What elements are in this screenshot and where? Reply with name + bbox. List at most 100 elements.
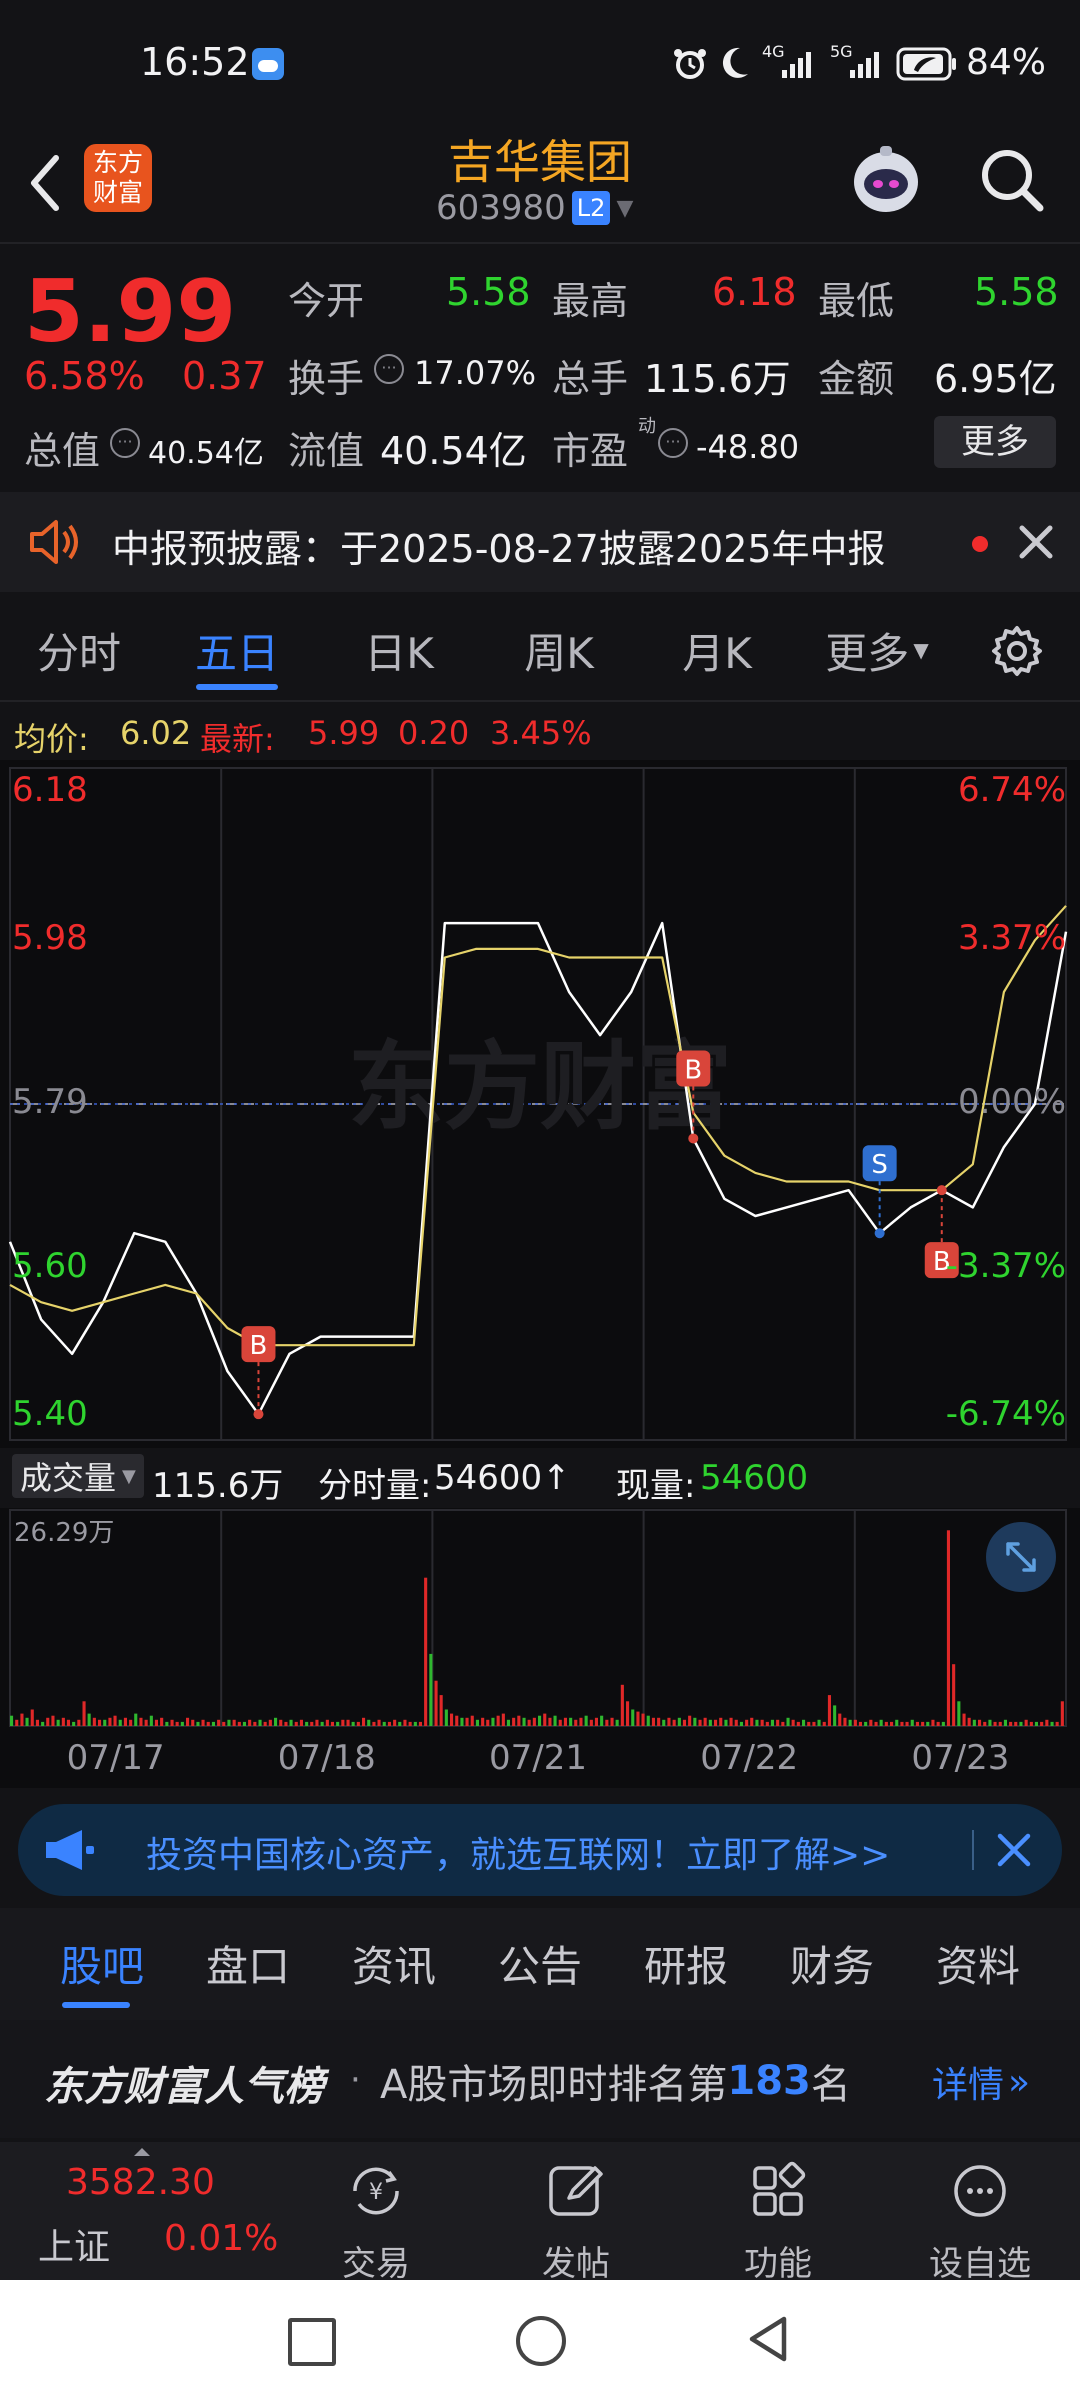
expand-chart-button[interactable] — [986, 1522, 1056, 1592]
recent-apps-button[interactable] — [288, 2318, 336, 2366]
volume-bar — [263, 1721, 267, 1726]
volume-bar — [382, 1721, 386, 1726]
y-tick-left: 5.40 — [12, 1394, 88, 1434]
volume-bar — [362, 1717, 366, 1726]
volume-bar — [455, 1715, 459, 1726]
tab-caiwu[interactable]: 财务 — [774, 1908, 890, 2018]
volume-bar — [160, 1717, 164, 1726]
volume-bar — [46, 1717, 50, 1726]
volume-bar — [51, 1715, 55, 1726]
volume-bar — [186, 1717, 190, 1726]
tab-ziliao[interactable]: 资料 — [920, 1908, 1036, 2018]
volume-bar — [770, 1719, 774, 1726]
tab-rik[interactable]: 日K — [316, 600, 482, 700]
gear-icon — [992, 626, 1042, 676]
speaker-icon — [26, 518, 82, 570]
volume-bar — [662, 1719, 666, 1726]
volume-bar — [82, 1701, 86, 1726]
chart-settings-button[interactable] — [990, 624, 1044, 682]
volume-bar — [558, 1719, 562, 1726]
tab-yuek[interactable]: 月K — [636, 600, 798, 700]
marker-point — [253, 1409, 264, 1420]
unread-dot — [972, 536, 988, 552]
nav-add-watchlist[interactable]: 设自选 — [910, 2156, 1050, 2284]
volume-bar — [429, 1653, 433, 1726]
volume-bar — [1009, 1721, 1013, 1726]
volume-bar — [439, 1695, 443, 1726]
volume-bar — [1055, 1721, 1059, 1726]
volume-chart[interactable]: 26.29万 — [0, 1508, 1080, 1728]
notice-bar[interactable]: 中报预披露：于2025-08-27披露2025年中报 — [0, 492, 1080, 592]
back-nav-button[interactable] — [744, 2314, 792, 2368]
float-value: 40.54亿 — [380, 429, 527, 473]
tab-more[interactable]: 更多 ▼ — [798, 600, 956, 700]
volume-bar — [134, 1713, 138, 1726]
info-icon[interactable]: ··· — [110, 428, 140, 458]
y-tick-right: -3.37% — [945, 1245, 1066, 1286]
divider — [972, 1830, 974, 1870]
close-ad-button[interactable] — [994, 1830, 1034, 1874]
robot-assistant-icon[interactable] — [846, 140, 926, 220]
tab-zhouk[interactable]: 周K — [482, 600, 636, 700]
home-button[interactable] — [516, 2316, 566, 2366]
volume-bar — [750, 1717, 754, 1726]
date-label: 07/23 — [911, 1738, 1010, 1778]
volume-bar — [501, 1713, 505, 1726]
volume-bar — [248, 1719, 252, 1726]
ad-banner[interactable]: 投资中国核心资产，就选互联网！立即了解>> — [18, 1804, 1062, 1896]
volume-bar — [941, 1721, 945, 1726]
search-button[interactable] — [978, 146, 1046, 218]
info-icon[interactable]: ··· — [374, 354, 404, 384]
tab-pankou[interactable]: 盘口 — [190, 1908, 306, 2018]
popularity-detail-link[interactable]: 详情 » — [932, 2056, 1030, 2108]
stock-code-row[interactable]: 603980 L2 ▼ — [436, 188, 633, 228]
volume-bar — [56, 1719, 60, 1726]
more-button[interactable]: 更多 — [934, 416, 1056, 468]
volume-bar — [931, 1719, 935, 1726]
collapse-arrow-icon[interactable] — [134, 2148, 150, 2156]
bottom-nav: 3582.30 上证 0.01% ¥ 交易 发帖 功能 设自选 — [0, 2142, 1080, 2284]
volume-bar — [1014, 1721, 1018, 1726]
nav-features[interactable]: 功能 — [708, 2156, 848, 2284]
volume-bar — [853, 1719, 857, 1726]
info-icon[interactable]: ··· — [658, 428, 688, 458]
tab-fenshi[interactable]: 分时 — [0, 600, 158, 700]
volume-bar — [864, 1721, 868, 1726]
latest-label: 最新: — [200, 720, 275, 758]
volume-bar — [211, 1721, 215, 1726]
volume-bar — [936, 1721, 940, 1726]
volume-bar — [418, 1721, 422, 1726]
current-volume-value: 54600 — [700, 1458, 809, 1498]
volume-bar — [688, 1715, 692, 1726]
volume-bar — [1019, 1721, 1023, 1726]
volume-bar — [129, 1719, 133, 1726]
volume-bar — [66, 1719, 70, 1726]
nav-post[interactable]: 发帖 — [506, 2156, 646, 2284]
close-notice-button[interactable] — [1016, 522, 1056, 566]
index-value[interactable]: 3582.30 — [66, 2162, 215, 2203]
volume-indicator-select[interactable]: 成交量 ▼ — [12, 1454, 144, 1498]
content-tabs: 股吧 盘口 资讯 公告 研报 财务 资料 — [0, 1908, 1080, 2020]
volume-bar — [299, 1719, 303, 1726]
tab-zixun[interactable]: 资讯 — [336, 1908, 452, 2018]
volume-bar — [506, 1719, 510, 1726]
popularity-row[interactable]: 东方财富人气榜 · A股市场即时排名第 183 名 详情 » — [0, 2020, 1080, 2138]
low-value: 5.58 — [974, 270, 1059, 314]
volume-bar — [330, 1721, 334, 1726]
volume-bar — [424, 1577, 428, 1726]
marker-label: S — [871, 1150, 888, 1180]
volume-bar — [843, 1717, 847, 1726]
volume-bar — [631, 1709, 635, 1726]
tab-yanbao[interactable]: 研报 — [628, 1908, 744, 2018]
volume-bar — [703, 1717, 707, 1726]
current-volume-label: 现量: — [616, 1466, 696, 1506]
y-tick-right: 0.00% — [957, 1082, 1066, 1122]
volume-label: 总手 — [552, 357, 629, 401]
turnover-label: 换手 — [288, 357, 365, 401]
nav-trade[interactable]: ¥ 交易 — [306, 2156, 446, 2284]
weather-icon — [252, 48, 284, 80]
price-chart[interactable]: 东方财富 BBSB 6.18 5.98 5.79 5.60 5.40 6.74% 3.37… — [0, 760, 1080, 1448]
close-icon — [997, 1833, 1031, 1867]
volume-bar — [615, 1719, 619, 1726]
tab-gonggao[interactable]: 公告 — [482, 1908, 598, 2018]
